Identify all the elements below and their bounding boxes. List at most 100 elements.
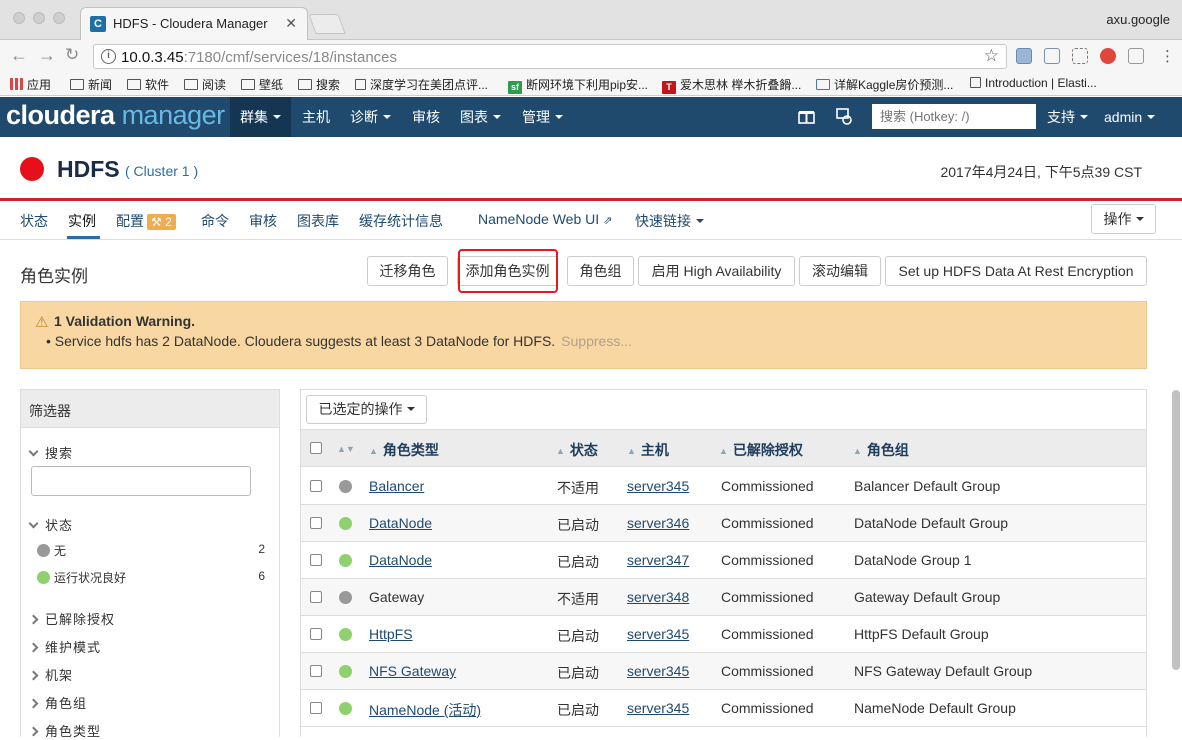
- bookmark-star-icon[interactable]: ☆: [984, 46, 999, 66]
- bookmark-elastic[interactable]: Introduction | Elasti...: [970, 76, 1097, 90]
- cluster-link[interactable]: ( Cluster 1 ): [125, 163, 198, 179]
- table-row[interactable]: NameNode (活动) 已启动 server345 Commissioned Nam…: [301, 690, 1146, 727]
- adblock-icon[interactable]: [1100, 48, 1116, 64]
- row-checkbox[interactable]: [310, 554, 322, 566]
- extension-icon[interactable]: [1016, 48, 1032, 64]
- filter-decommissioned[interactable]: 已解除授权: [28, 609, 115, 628]
- screenshot-icon[interactable]: [1044, 48, 1060, 64]
- role-type-cell[interactable]: Balancer: [369, 478, 424, 494]
- bookmark-search[interactable]: 搜索: [298, 76, 340, 93]
- network-icon[interactable]: [1072, 48, 1088, 64]
- page-scrollbar[interactable]: [1172, 390, 1180, 670]
- window-close-button[interactable]: [13, 12, 25, 24]
- nav-support[interactable]: 支持: [1037, 97, 1098, 137]
- role-type-cell[interactable]: HttpFS: [369, 626, 413, 642]
- row-checkbox[interactable]: [310, 702, 322, 714]
- back-icon[interactable]: ←: [10, 45, 28, 66]
- window-zoom-button[interactable]: [53, 12, 65, 24]
- row-checkbox[interactable]: [310, 591, 322, 603]
- gift-icon[interactable]: [798, 107, 815, 124]
- table-row[interactable]: NFS Gateway 已启动 server345 Commissioned NFS G…: [301, 653, 1146, 690]
- tab-commands[interactable]: 命令: [201, 211, 229, 231]
- filter-status-none[interactable]: 无2: [37, 542, 265, 559]
- bookmark-wallpaper[interactable]: 壁纸: [241, 76, 283, 93]
- url-bar[interactable]: i 10.0.3.45:7180/cmf/services/18/instanc…: [93, 44, 1007, 69]
- bookmark-reading[interactable]: 阅读: [184, 76, 226, 93]
- new-tab-button[interactable]: [308, 14, 346, 34]
- rolling-edit-button[interactable]: 滚动编辑: [799, 256, 881, 286]
- filter-status-good[interactable]: 运行状况良好 6: [37, 569, 265, 586]
- nav-clusters[interactable]: 群集: [230, 97, 291, 137]
- site-info-icon[interactable]: i: [101, 49, 116, 64]
- nav-user[interactable]: admin: [1094, 97, 1165, 137]
- role-type-cell[interactable]: DataNode: [369, 515, 432, 531]
- host-link[interactable]: server345: [627, 626, 689, 642]
- filter-search-toggle[interactable]: 搜索: [28, 443, 73, 462]
- actions-dropdown[interactable]: 操作: [1091, 204, 1156, 234]
- table-row[interactable]: DataNode 已启动 server346 Commissioned DataNode…: [301, 505, 1146, 542]
- row-checkbox[interactable]: [310, 517, 322, 529]
- encryption-setup-button[interactable]: Set up HDFS Data At Rest Encryption: [885, 256, 1147, 286]
- bookmark-kaggle[interactable]: 详解Kaggle房价预测...: [816, 76, 953, 93]
- table-row[interactable]: Balancer 不适用 server345 Commissioned Balancer…: [301, 468, 1146, 505]
- tab-status[interactable]: 状态: [20, 211, 48, 231]
- host-link[interactable]: server345: [627, 700, 689, 716]
- table-row[interactable]: HttpFS 已启动 server345 Commissioned HttpFS Def…: [301, 616, 1146, 653]
- tab-close-icon[interactable]: ✕: [285, 15, 297, 32]
- column-status[interactable]: ▲ 状态: [556, 440, 598, 460]
- forward-icon[interactable]: →: [38, 45, 56, 66]
- tab-chart-library[interactable]: 图表库: [297, 211, 339, 231]
- bookmark-software[interactable]: 软件: [127, 76, 169, 93]
- menu-icon[interactable]: ⋮: [1160, 47, 1175, 65]
- suppress-link[interactable]: Suppress...: [561, 333, 632, 349]
- select-all-checkbox[interactable]: [310, 442, 322, 454]
- filter-role-type[interactable]: 角色类型: [28, 721, 101, 740]
- tasks-icon[interactable]: [835, 107, 853, 125]
- quick-links-dropdown[interactable]: 快速链接: [635, 211, 704, 231]
- role-type-cell[interactable]: DataNode: [369, 552, 432, 568]
- column-decommissioned[interactable]: ▲ 已解除授权: [719, 440, 803, 460]
- bookmark-meituan[interactable]: 深度学习在美团点评...: [355, 76, 488, 93]
- host-link[interactable]: server345: [627, 478, 689, 494]
- bookmark-apps[interactable]: 应用: [10, 76, 51, 93]
- nav-hosts[interactable]: 主机: [292, 97, 340, 137]
- nav-charts[interactable]: 图表: [450, 97, 511, 137]
- row-checkbox[interactable]: [310, 628, 322, 640]
- nav-admin[interactable]: 管理: [512, 97, 573, 137]
- filter-search-input[interactable]: [31, 466, 251, 496]
- host-link[interactable]: server345: [627, 663, 689, 679]
- tab-audits[interactable]: 审核: [249, 211, 277, 231]
- reload-icon[interactable]: ↻: [65, 45, 79, 65]
- bookmark-news[interactable]: 新闻: [70, 76, 112, 93]
- column-host[interactable]: ▲ 主机: [627, 440, 669, 460]
- browser-tab[interactable]: C HDFS - Cloudera Manager ✕: [80, 7, 308, 40]
- bookmark-tmall[interactable]: T 爱木思林 榉木折叠餶...: [662, 76, 801, 94]
- profile-name[interactable]: axu.google: [1106, 12, 1170, 27]
- row-checkbox[interactable]: [310, 480, 322, 492]
- host-link[interactable]: server348: [627, 589, 689, 605]
- namenode-web-ui-link[interactable]: NameNode Web UI ⇗: [478, 211, 612, 227]
- role-type-cell[interactable]: NFS Gateway: [369, 663, 456, 679]
- tab-instances[interactable]: 实例: [68, 211, 96, 231]
- nav-diagnostics[interactable]: 诊断: [340, 97, 401, 137]
- enable-ha-button[interactable]: 启用 High Availability: [638, 256, 795, 286]
- search-input[interactable]: [872, 104, 1036, 129]
- filter-status-toggle[interactable]: 状态: [28, 515, 73, 534]
- migrate-roles-button[interactable]: 迁移角色: [367, 256, 448, 286]
- selected-actions-dropdown[interactable]: 已选定的操作: [306, 395, 427, 424]
- row-checkbox[interactable]: [310, 665, 322, 677]
- filter-maintenance-mode[interactable]: 维护模式: [28, 637, 101, 656]
- role-groups-button[interactable]: 角色组: [567, 256, 634, 286]
- tab-configuration[interactable]: 配置 ⚒ 2: [116, 211, 176, 231]
- bookmark-pip[interactable]: sf 断网环境下利用pip安...: [508, 76, 648, 94]
- role-type-cell[interactable]: NameNode (活动): [369, 700, 481, 720]
- filter-rack[interactable]: 机架: [28, 665, 73, 684]
- column-role-type[interactable]: ▲ 角色类型: [369, 440, 439, 460]
- table-row[interactable]: DataNode 已启动 server347 Commissioned DataNode…: [301, 542, 1146, 579]
- cloudera-logo[interactable]: cloudera manager: [6, 100, 225, 131]
- host-link[interactable]: server346: [627, 515, 689, 531]
- reader-icon[interactable]: [1128, 48, 1144, 64]
- column-role-group[interactable]: ▲ 角色组: [853, 440, 909, 460]
- window-minimize-button[interactable]: [33, 12, 45, 24]
- tab-cache-stats[interactable]: 缓存统计信息: [359, 211, 443, 231]
